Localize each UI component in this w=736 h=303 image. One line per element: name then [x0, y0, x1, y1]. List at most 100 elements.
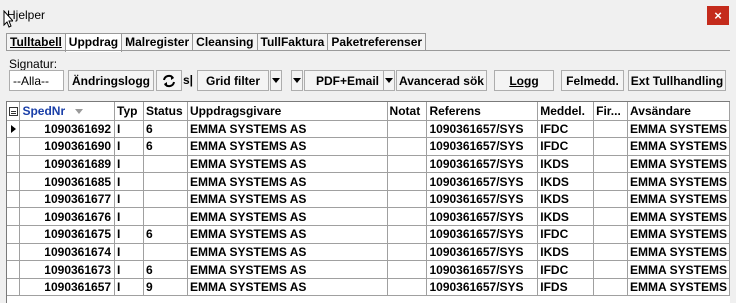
table-cell[interactable] — [593, 155, 629, 174]
table-cell[interactable] — [143, 190, 188, 209]
table-cell[interactable]: 1090361657/SYS — [426, 207, 539, 227]
vertical-scrollbar[interactable] — [730, 101, 736, 303]
table-row[interactable]: 1090361673 I 6 EMMA SYSTEMS AS 1090361657/SY… — [7, 260, 730, 279]
table-cell[interactable]: 6 — [143, 225, 188, 244]
tab-tullfaktura[interactable]: TullFaktura — [256, 33, 329, 51]
table-cell[interactable]: EMMA SYSTEMS AS — [187, 243, 388, 262]
table-cell[interactable]: EMMA SYSTEMS AS — [187, 137, 388, 156]
column-header-meddel[interactable]: Meddel. — [537, 102, 595, 121]
table-cell[interactable]: EMMA SYSTEMS — [627, 137, 730, 156]
table-cell[interactable]: EMMA SYSTEMS — [627, 155, 730, 174]
table-cell[interactable]: IKDS — [537, 155, 595, 174]
table-cell[interactable]: 1090361674 — [19, 243, 116, 262]
row-indicator[interactable] — [7, 207, 21, 227]
table-cell[interactable]: EMMA SYSTEMS — [627, 260, 730, 279]
column-header-referens[interactable]: Referens — [426, 102, 539, 121]
ext-tullhandling-button[interactable]: Ext Tullhandling — [628, 70, 726, 91]
avancerad-sok-dropdown[interactable] — [383, 70, 395, 91]
table-cell[interactable]: EMMA SYSTEMS AS — [187, 278, 388, 297]
table-cell[interactable]: 1090361657 — [19, 278, 116, 297]
table-cell[interactable]: 1090361673 — [19, 260, 116, 279]
tab-malregister[interactable]: Malregister — [121, 33, 194, 51]
row-indicator[interactable] — [7, 243, 21, 262]
table-cell[interactable] — [387, 260, 428, 279]
table-cell[interactable]: IKDS — [537, 243, 595, 262]
table-cell[interactable]: 1090361657/SYS — [426, 120, 539, 139]
table-cell[interactable]: EMMA SYSTEMS — [627, 207, 730, 227]
table-row[interactable]: 1090361685 I EMMA SYSTEMS AS 1090361657/SYS… — [7, 172, 730, 191]
table-cell[interactable]: I — [114, 207, 144, 227]
column-header-typ[interactable]: Typ — [114, 102, 144, 121]
table-cell[interactable]: EMMA SYSTEMS — [627, 243, 730, 262]
table-cell[interactable]: 1090361676 — [19, 207, 116, 227]
table-cell[interactable] — [593, 137, 629, 156]
grid-filter-button[interactable]: Grid filter — [197, 70, 269, 91]
table-cell[interactable]: IFDC — [537, 225, 595, 244]
table-cell[interactable] — [593, 278, 629, 297]
column-header-avsandare[interactable]: Avsändare — [627, 102, 730, 121]
table-cell[interactable] — [387, 155, 428, 174]
refresh-button[interactable] — [156, 70, 182, 91]
table-cell[interactable]: I — [114, 120, 144, 139]
table-cell[interactable]: IFDC — [537, 120, 595, 139]
table-cell[interactable] — [387, 243, 428, 262]
table-cell[interactable]: 1090361657/SYS — [426, 260, 539, 279]
table-cell[interactable]: 1090361657/SYS — [426, 190, 539, 209]
row-indicator[interactable] — [7, 278, 21, 297]
table-cell[interactable]: 6 — [143, 260, 188, 279]
row-indicator[interactable] — [7, 190, 21, 209]
table-row[interactable]: 1090361689 I EMMA SYSTEMS AS 1090361657/SYS… — [7, 155, 730, 174]
table-cell[interactable]: EMMA SYSTEMS — [627, 190, 730, 209]
table-cell[interactable] — [593, 120, 629, 139]
table-cell[interactable]: 1090361677 — [19, 190, 116, 209]
andringslogg-button[interactable]: Ändringslogg — [68, 70, 154, 91]
table-cell[interactable] — [387, 137, 428, 156]
table-cell[interactable]: I — [114, 172, 144, 191]
table-row[interactable]: 1090361692 I 6 EMMA SYSTEMS AS 1090361657/SY… — [7, 120, 730, 139]
table-cell[interactable]: I — [114, 137, 144, 156]
table-cell[interactable] — [143, 155, 188, 174]
table-cell[interactable] — [143, 207, 188, 227]
tab-tulltabell[interactable]: Tulltabell — [6, 33, 66, 51]
table-cell[interactable] — [387, 278, 428, 297]
table-cell[interactable]: EMMA SYSTEMS AS — [187, 172, 388, 191]
table-row[interactable]: 1090361690 I 6 EMMA SYSTEMS AS 1090361657/SY… — [7, 137, 730, 156]
row-indicator[interactable] — [7, 225, 21, 244]
table-cell[interactable]: EMMA SYSTEMS — [627, 172, 730, 191]
table-cell[interactable]: 1090361657/SYS — [426, 278, 539, 297]
table-row[interactable]: 1090361676 I EMMA SYSTEMS AS 1090361657/SYS… — [7, 207, 730, 227]
tab-paketreferenser[interactable]: Paketreferenser — [327, 33, 427, 51]
table-cell[interactable]: I — [114, 225, 144, 244]
table-cell[interactable]: IKDS — [537, 190, 595, 209]
avancerad-sok-button[interactable]: Avancerad sök — [396, 70, 487, 91]
table-cell[interactable]: 1090361689 — [19, 155, 116, 174]
table-cell[interactable]: IKDS — [537, 207, 595, 227]
table-row[interactable]: 1090361674 I EMMA SYSTEMS AS 1090361657/SYS… — [7, 243, 730, 262]
table-cell[interactable]: I — [114, 190, 144, 209]
table-row[interactable]: 1090361677 I EMMA SYSTEMS AS 1090361657/SYS… — [7, 190, 730, 209]
row-indicator[interactable] — [7, 120, 21, 139]
table-cell[interactable] — [593, 260, 629, 279]
row-indicator[interactable] — [7, 172, 21, 191]
table-cell[interactable] — [593, 225, 629, 244]
column-header-status[interactable]: Status — [143, 102, 188, 121]
table-cell[interactable]: EMMA SYSTEMS AS — [187, 225, 388, 244]
table-cell[interactable]: IFDC — [537, 137, 595, 156]
table-cell[interactable] — [143, 243, 188, 262]
table-cell[interactable]: EMMA SYSTEMS — [627, 120, 730, 139]
table-cell[interactable]: 1090361692 — [19, 120, 116, 139]
column-header-notat[interactable]: Notat — [387, 102, 428, 121]
table-cell[interactable]: I — [114, 155, 144, 174]
table-cell[interactable] — [387, 172, 428, 191]
uppdrag-grid[interactable]: SpedNr Typ Status Uppdragsgivare Notat R… — [6, 101, 730, 303]
table-cell[interactable]: EMMA SYSTEMS AS — [187, 190, 388, 209]
column-header-fir[interactable]: Fir... — [593, 102, 629, 121]
grid-filter-dropdown[interactable] — [270, 70, 282, 91]
felmedd-button[interactable]: Felmedd. — [561, 70, 624, 91]
table-cell[interactable] — [387, 225, 428, 244]
table-cell[interactable] — [387, 207, 428, 227]
table-cell[interactable]: EMMA SYSTEMS AS — [187, 260, 388, 279]
table-cell[interactable]: 1090361657/SYS — [426, 243, 539, 262]
table-cell[interactable] — [387, 120, 428, 139]
table-cell[interactable]: I — [114, 278, 144, 297]
